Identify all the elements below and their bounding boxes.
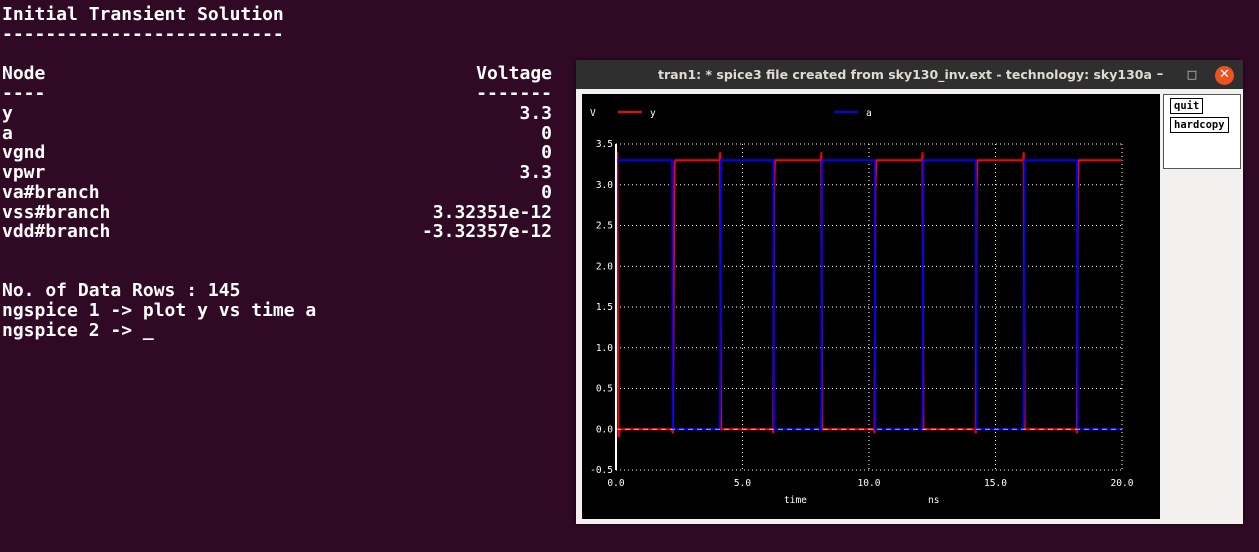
node-column-rule: ---- [2, 83, 46, 104]
y-tick-label: -0.5 [590, 465, 613, 476]
x-tick-label: 10.0 [858, 478, 881, 489]
window-titlebar[interactable]: tran1: * spice3 file created from sky130… [576, 60, 1243, 89]
voltage-column-header: Voltage [476, 63, 552, 84]
x-tick-label: 20.0 [1111, 478, 1134, 489]
solution-title-rule: -------------------------- [2, 24, 284, 45]
maximize-icon[interactable]: □ [1182, 65, 1202, 84]
voltage-column-rule: ------- [476, 83, 552, 104]
node-voltage: 3.3 [519, 162, 552, 183]
node-name: y [2, 103, 13, 124]
y-tick-label: 1.5 [596, 302, 613, 313]
y-axis-label: V [590, 108, 596, 119]
plot-button-panel: quit hardcopy [1163, 94, 1241, 169]
node-name: a [2, 123, 13, 144]
y-tick-label: 2.0 [596, 261, 613, 272]
y-tick-label: 3.5 [596, 139, 613, 150]
plot-area: -0.5 0.0 0.5 1.0 1.5 2.0 2.5 3.0 3.5 0.0 5.0 10.0 15… [582, 94, 1160, 519]
hardcopy-button[interactable]: hardcopy [1170, 117, 1229, 133]
node-voltage: 3.3 [519, 103, 552, 124]
plot-window[interactable]: tran1: * spice3 file created from sky130… [576, 60, 1243, 524]
node-name: vgnd [2, 142, 46, 163]
plot-svg: -0.5 0.0 0.5 1.0 1.5 2.0 2.5 3.0 3.5 0.0 5.0 10.0 15… [590, 108, 1134, 506]
node-voltage: 0 [541, 182, 552, 203]
node-name: vss#branch [2, 202, 111, 223]
x-tick-label: 0.0 [607, 478, 624, 489]
close-icon[interactable]: ✕ [1215, 66, 1234, 85]
legend-label-y: y [650, 108, 656, 119]
y-tick-label: 3.0 [596, 180, 613, 191]
minimize-icon[interactable]: – [1150, 65, 1170, 84]
node-voltage: -3.32357e-12 [421, 221, 552, 242]
quit-button[interactable]: quit [1170, 98, 1204, 114]
node-voltage: 3.32351e-12 [432, 202, 552, 223]
legend-label-a: a [866, 108, 872, 119]
node-name: va#branch [2, 182, 100, 203]
x-axis-unit: ns [928, 495, 939, 506]
x-tick-label: 5.0 [734, 478, 751, 489]
y-tick-label: 0.5 [596, 384, 613, 395]
node-name: vpwr [2, 162, 46, 183]
x-tick-label: 15.0 [984, 478, 1007, 489]
y-tick-label: 2.5 [596, 221, 613, 232]
command-line-1: ngspice 1 -> plot y vs time a [2, 300, 317, 321]
solution-title: Initial Transient Solution [2, 4, 284, 25]
node-column-header: Node [2, 63, 46, 84]
window-title: tran1: * spice3 file created from sky130… [658, 67, 1152, 82]
x-axis-label: time [784, 495, 807, 506]
terminal[interactable]: Initial Transient Solution -------------… [0, 0, 560, 552]
node-name: vdd#branch [2, 221, 111, 242]
node-voltage: 0 [541, 123, 552, 144]
command-line-2[interactable]: ngspice 2 -> _ [2, 321, 154, 341]
node-voltage: 0 [541, 142, 552, 163]
y-tick-label: 1.0 [596, 343, 613, 354]
y-tick-label: 0.0 [596, 424, 613, 435]
data-rows-line: No. of Data Rows : 145 [2, 280, 241, 301]
series-line-y [615, 152, 1122, 438]
